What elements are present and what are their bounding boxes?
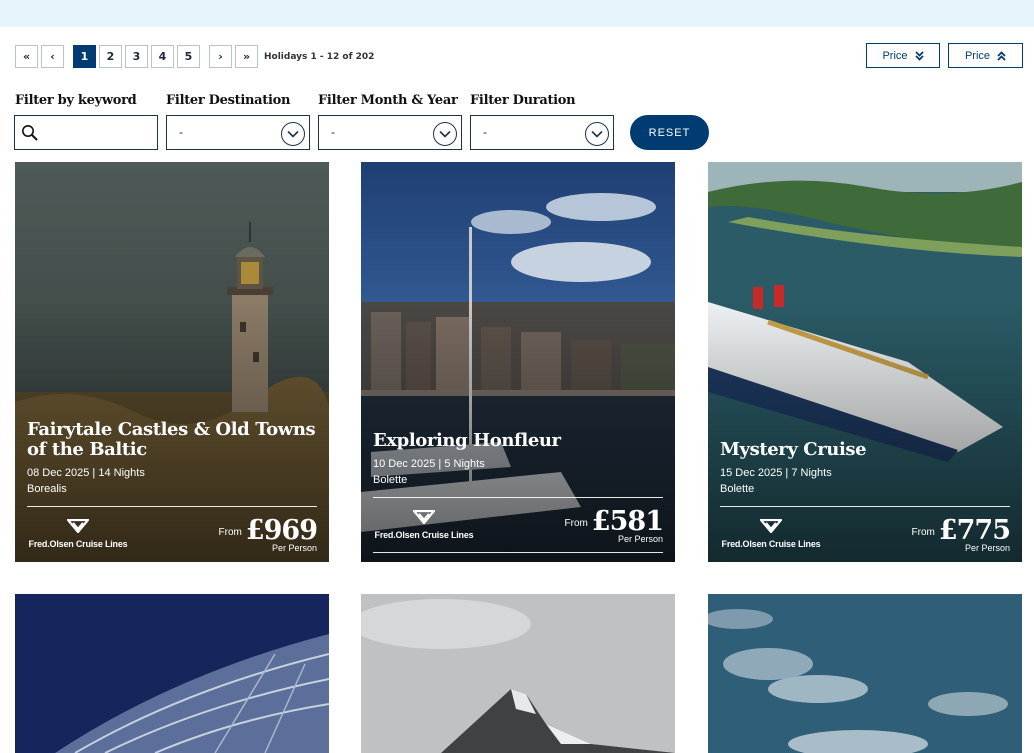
brand-name: Fred.Olsen Cruise Lines xyxy=(374,530,474,540)
destination-select[interactable]: - xyxy=(166,115,310,150)
next-page-button[interactable]: › xyxy=(209,45,232,68)
fred-olsen-logo-icon xyxy=(65,518,91,534)
sort-price-desc-button[interactable]: Price xyxy=(866,43,940,68)
card-date: 08 Dec 2025 | 14 Nights xyxy=(27,467,145,479)
glass-building-photo xyxy=(15,594,329,753)
card-date: 10 Dec 2025 | 5 Nights xyxy=(373,458,485,470)
destination-select-value: - xyxy=(179,125,183,139)
page-3-button[interactable]: 3 xyxy=(125,45,148,68)
search-icon xyxy=(22,125,38,141)
keyword-filter-label: Filter by keyword xyxy=(15,93,137,108)
price-from-label: From xyxy=(564,518,588,529)
last-page-button[interactable]: » xyxy=(235,45,258,68)
card-ship: Borealis xyxy=(27,483,67,495)
pagination: « ‹ 1 2 3 4 5 › » Holidays 1 - 12 of 202 xyxy=(15,45,374,68)
month-select[interactable]: - xyxy=(318,115,462,150)
reset-button[interactable]: RESET xyxy=(630,115,709,150)
holiday-card-row2-1[interactable] xyxy=(15,594,329,753)
chevron-down-icon xyxy=(585,122,609,146)
card-title: Exploring Honfleur xyxy=(373,430,561,451)
duration-select-value: - xyxy=(483,125,487,139)
page-1-button[interactable]: 1 xyxy=(73,45,96,68)
double-chevron-up-icon xyxy=(997,50,1006,61)
card-ship: Bolette xyxy=(720,483,755,495)
holiday-card-row2-3[interactable] xyxy=(708,594,1022,753)
brand-name: Fred.Olsen Cruise Lines xyxy=(28,539,128,549)
month-filter-label: Filter Month & Year xyxy=(318,93,458,108)
brand-name: Fred.Olsen Cruise Lines xyxy=(721,539,821,549)
page-5-button[interactable]: 5 xyxy=(177,45,200,68)
duration-filter-label: Filter Duration xyxy=(470,93,576,108)
brand-logo: Fred.Olsen Cruise Lines xyxy=(27,518,129,549)
card-price: £581 xyxy=(591,506,664,537)
double-chevron-down-icon xyxy=(914,50,924,61)
brand-logo: Fred.Olsen Cruise Lines xyxy=(373,509,475,540)
top-banner xyxy=(0,0,1034,27)
card-ship: Bolette xyxy=(373,474,408,486)
prev-page-button[interactable]: ‹ xyxy=(41,45,64,68)
sort-label: Price xyxy=(882,49,908,62)
fred-olsen-logo-icon xyxy=(411,509,437,525)
sky-clouds-photo xyxy=(708,594,1022,753)
holiday-card-honfleur[interactable]: Exploring Honfleur 10 Dec 2025 | 5 Night… xyxy=(361,162,675,562)
price-from-label: From xyxy=(911,527,935,538)
card-price: £969 xyxy=(245,515,318,546)
holiday-card-baltic[interactable]: Fairytale Castles & Old Towns of the Bal… xyxy=(15,162,329,562)
holiday-card-row2-2[interactable] xyxy=(361,594,675,753)
card-price: £775 xyxy=(938,515,1011,546)
page-2-button[interactable]: 2 xyxy=(99,45,122,68)
fred-olsen-logo-icon xyxy=(758,518,784,534)
destination-filter-label: Filter Destination xyxy=(166,93,291,108)
price-from-label: From xyxy=(218,527,242,538)
chevron-down-icon xyxy=(281,122,305,146)
card-title: Mystery Cruise xyxy=(720,439,867,460)
sort-price-asc-button[interactable]: Price xyxy=(948,43,1023,68)
month-select-value: - xyxy=(331,125,335,139)
chevron-down-icon xyxy=(433,122,457,146)
first-page-button[interactable]: « xyxy=(15,45,38,68)
card-date: 15 Dec 2025 | 7 Nights xyxy=(720,467,832,479)
card-title: Fairytale Castles & Old Towns of the Bal… xyxy=(27,419,316,460)
duration-select[interactable]: - xyxy=(470,115,614,150)
brand-logo: Fred.Olsen Cruise Lines xyxy=(720,518,822,549)
page-4-button[interactable]: 4 xyxy=(151,45,174,68)
results-count: Holidays 1 - 12 of 202 xyxy=(264,51,375,62)
holiday-card-mystery[interactable]: Mystery Cruise 15 Dec 2025 | 7 Nights Bo… xyxy=(708,162,1022,562)
mountain-photo xyxy=(361,594,675,753)
sort-label: Price xyxy=(964,49,991,62)
keyword-filter xyxy=(14,115,158,150)
